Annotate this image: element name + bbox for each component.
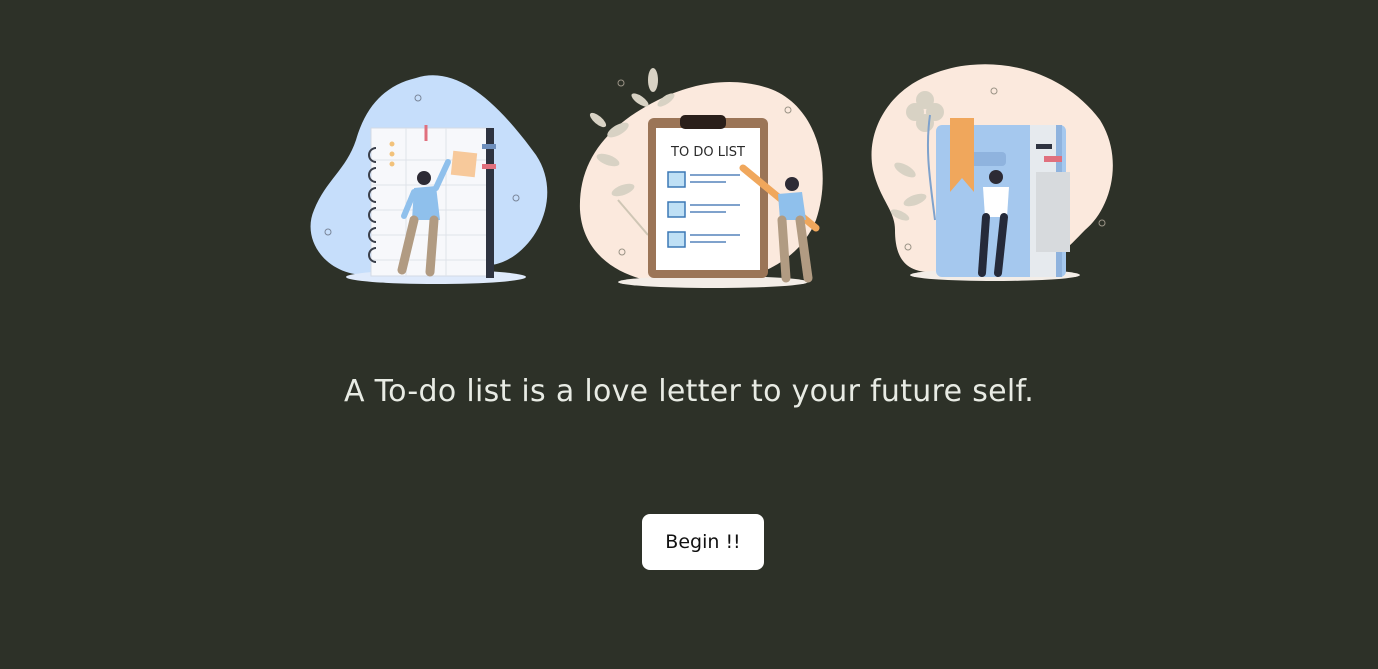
hero-illustrations: TO DO LIST: [300, 60, 1120, 295]
clipboard-illustration: TO DO LIST: [578, 60, 830, 290]
begin-button[interactable]: Begin !!: [642, 514, 764, 570]
clipboard-heading: TO DO LIST: [670, 145, 745, 160]
motivational-quote: A To-do list is a love letter to your fu…: [343, 374, 1035, 409]
book-illustration: [870, 60, 1115, 290]
planner-illustration: [306, 60, 556, 290]
